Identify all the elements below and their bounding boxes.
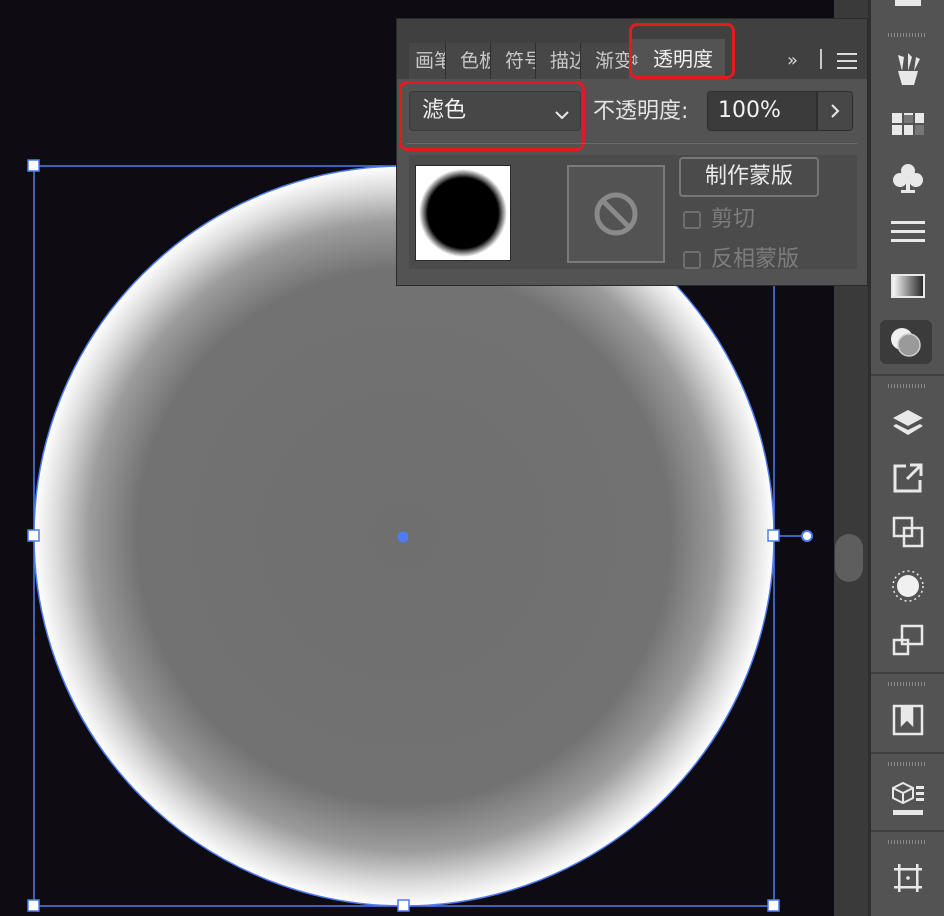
- tab-symbols[interactable]: 符号: [491, 43, 535, 79]
- artboards-icon[interactable]: [880, 858, 936, 898]
- invert-mask-checkbox[interactable]: [683, 251, 701, 269]
- panel-divider: [407, 143, 857, 144]
- swatches-icon[interactable]: [880, 104, 936, 144]
- dock-group-grip[interactable]: [888, 840, 926, 844]
- corner-widget-handle[interactable]: [801, 530, 813, 542]
- opacity-slider-button[interactable]: [817, 91, 853, 131]
- invert-mask-checkbox-row[interactable]: 反相蒙版: [683, 245, 799, 275]
- tabbar-divider: [820, 49, 822, 69]
- make-mask-button[interactable]: 制作蒙版: [679, 157, 819, 197]
- clip-checkbox[interactable]: [683, 211, 701, 229]
- dock-group-grip[interactable]: [888, 682, 926, 686]
- resize-handle-left[interactable]: [27, 529, 40, 542]
- 3d-icon[interactable]: [880, 778, 936, 818]
- brushes-icon[interactable]: [880, 48, 936, 88]
- transparency-icon[interactable]: [880, 320, 932, 364]
- tab-highlight-annotation: [629, 23, 735, 79]
- opacity-label: 不透明度:: [593, 99, 689, 124]
- opacity-input[interactable]: 100%: [707, 91, 817, 131]
- resize-handle-right[interactable]: [767, 529, 780, 542]
- tab-stroke[interactable]: 描边: [536, 43, 580, 79]
- transparency-panel: 画笔 色板 符号 描边 渐变 透明度 ⇕ » 滤色 不透明度: 100% 制作蒙…: [396, 18, 868, 286]
- scrollbar-thumb[interactable]: [835, 534, 863, 582]
- dock-separator: [871, 672, 944, 674]
- layers-icon[interactable]: [880, 404, 936, 444]
- dock-group-grip[interactable]: [888, 33, 926, 37]
- center-point: [397, 531, 409, 543]
- panel-overflow-button[interactable]: »: [787, 43, 798, 79]
- no-mask-icon: [594, 192, 638, 236]
- blend-highlight-annotation: [399, 81, 585, 151]
- dock-separator: [871, 374, 944, 376]
- invert-mask-label: 反相蒙版: [711, 247, 800, 272]
- resize-handle-bottom-left[interactable]: [27, 899, 40, 912]
- resize-handle-bottom-right[interactable]: [767, 899, 780, 912]
- resize-handle-top-left[interactable]: [27, 159, 40, 172]
- dock-separator: [871, 752, 944, 754]
- stroke-icon[interactable]: [880, 212, 936, 252]
- clip-checkbox-row[interactable]: 剪切: [683, 205, 755, 235]
- tab-swatches[interactable]: 色板: [446, 43, 490, 79]
- symbols-icon[interactable]: [880, 158, 936, 198]
- dock-group-grip[interactable]: [888, 384, 926, 388]
- clip-label: 剪切: [711, 207, 756, 232]
- resize-handle-bottom[interactable]: [397, 899, 410, 912]
- appearance-icon[interactable]: [880, 566, 936, 606]
- artwork-thumbnail[interactable]: [415, 165, 511, 261]
- libraries-icon[interactable]: [880, 700, 936, 740]
- pathfinder-icon[interactable]: [880, 512, 936, 552]
- panel-menu-icon[interactable]: [837, 43, 857, 79]
- gradient-icon[interactable]: [880, 266, 936, 306]
- export-icon[interactable]: [880, 458, 936, 498]
- transform-icon[interactable]: [880, 620, 936, 660]
- dock-group-grip[interactable]: [888, 762, 926, 766]
- tab-gradient[interactable]: 渐变: [581, 43, 629, 79]
- mask-thumbnail[interactable]: [567, 165, 665, 263]
- top-tool-icon[interactable]: [880, 0, 936, 10]
- dock-separator: [871, 830, 944, 832]
